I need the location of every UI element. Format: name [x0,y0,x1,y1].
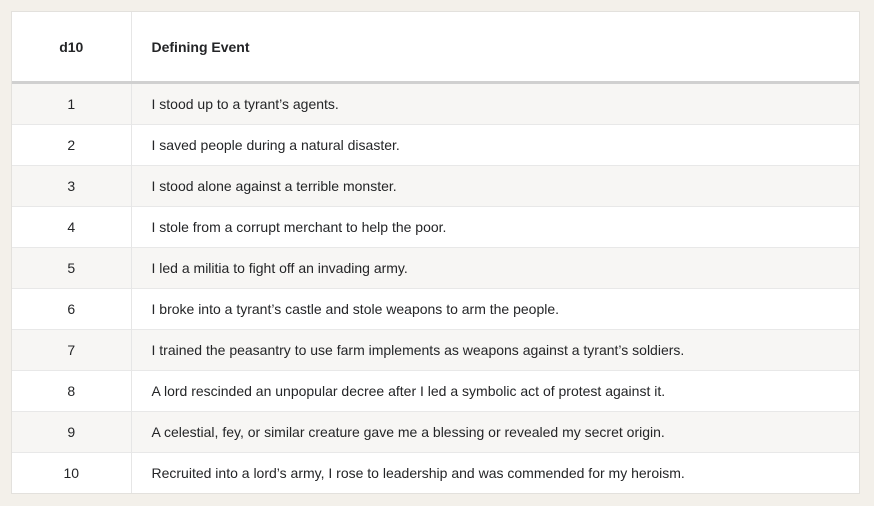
table-row: 9 A celestial, fey, or similar creature … [12,411,859,453]
event-cell: I stood up to a tyrant’s agents. [131,82,859,125]
roll-cell: 2 [12,124,132,166]
event-cell: I trained the peasantry to use farm impl… [131,329,859,371]
roll-cell: 9 [12,411,132,453]
roll-cell: 5 [12,247,132,289]
table-row: 7 I trained the peasantry to use farm im… [12,329,859,371]
table-row: 5 I led a militia to fight off an invadi… [12,247,859,289]
event-cell: Recruited into a lord’s army, I rose to … [131,452,859,493]
table-row: 2 I saved people during a natural disast… [12,124,859,166]
roll-cell: 3 [12,165,132,207]
header-defining-event: Defining Event [131,12,859,84]
roll-cell: 8 [12,370,132,412]
event-cell: I stood alone against a terrible monster… [131,165,859,207]
table-row: 3 I stood alone against a terrible monst… [12,165,859,207]
header-d10: d10 [12,12,132,84]
event-cell: A lord rescinded an unpopular decree aft… [131,370,859,412]
table-row: 1 I stood up to a tyrant’s agents. [12,82,859,125]
event-cell: I led a militia to fight off an invading… [131,247,859,289]
defining-event-table: d10 Defining Event 1 I stood up to a tyr… [12,12,859,493]
defining-event-table-container: d10 Defining Event 1 I stood up to a tyr… [11,11,860,494]
table-header: d10 Defining Event [12,12,859,84]
roll-cell: 1 [12,82,132,125]
roll-cell: 4 [12,206,132,248]
event-cell: I broke into a tyrant’s castle and stole… [131,288,859,330]
event-cell: I stole from a corrupt merchant to help … [131,206,859,248]
header-row: d10 Defining Event [12,12,859,84]
table-row: 10 Recruited into a lord’s army, I rose … [12,452,859,493]
roll-cell: 10 [12,452,132,493]
event-cell: A celestial, fey, or similar creature ga… [131,411,859,453]
table-row: 6 I broke into a tyrant’s castle and sto… [12,288,859,330]
event-cell: I saved people during a natural disaster… [131,124,859,166]
table-body: 1 I stood up to a tyrant’s agents. 2 I s… [12,82,859,493]
table-row: 4 I stole from a corrupt merchant to hel… [12,206,859,248]
roll-cell: 7 [12,329,132,371]
roll-cell: 6 [12,288,132,330]
table-row: 8 A lord rescinded an unpopular decree a… [12,370,859,412]
